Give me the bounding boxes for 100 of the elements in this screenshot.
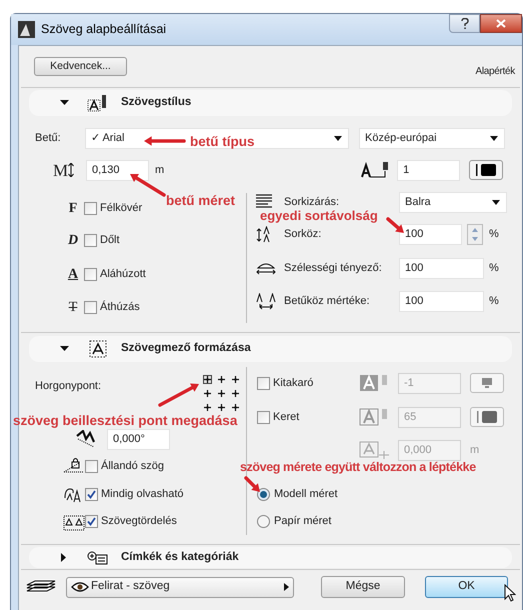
unit-label: m [470,442,480,458]
anchor-point[interactable] [231,375,240,384]
down-arrow-icon [472,237,478,242]
up-arrow-icon [472,228,478,232]
default-label: Alapérték [475,64,515,79]
cancel-button[interactable]: Mégse [321,576,405,598]
section-icon [87,340,109,358]
section-header[interactable]: Címkék és kategóriák [29,547,512,568]
line-sample-icon [476,164,496,176]
field-label: Betű: [35,130,62,146]
ok-button[interactable]: OK [425,576,508,598]
help-button[interactable] [449,14,480,33]
unit-label: m [155,162,164,178]
unit-label: % [489,227,499,242]
pen-input[interactable]: 1 [397,160,460,180]
anchor-point[interactable] [203,389,212,398]
letter-spacing-icon [256,292,276,310]
callout-arrow [144,136,186,146]
section-icon [87,548,109,566]
eye-icon [71,582,89,592]
checkbox[interactable] [85,488,98,501]
checkbox-label: Kitakaró [273,376,314,391]
dropdown-value: Balra [405,194,431,210]
value-input[interactable]: 100 [399,290,484,312]
offset-icon [359,441,391,459]
checkbox-label: Szövegtördelés [101,514,177,530]
double-arrow-icon [68,163,74,177]
size-input[interactable]: 0,130 [86,160,149,180]
anchor-point[interactable] [231,389,240,398]
justification-dropdown[interactable]: Balra [399,192,507,212]
caret-icon [492,200,500,204]
anchor-point[interactable] [203,403,212,412]
charset-dropdown[interactable]: Közép-európai [359,128,505,148]
anchor-point[interactable] [217,375,226,384]
value-input[interactable]: 100 [399,258,484,279]
layer-dropdown[interactable]: Felirat - szöveg [66,576,294,598]
checkbox-label: Félkövér [100,200,142,216]
callout-arrow [244,476,260,492]
checkbox[interactable] [84,234,97,247]
text-wrap-icon [63,512,85,530]
checkbox-label: Mindig olvasható [101,487,184,502]
right-caret-icon [284,583,289,591]
annotation-text: szöveg beillesztési pont megadása [13,412,238,430]
dropdown-value: Közép-európai [365,130,437,146]
favorites-button[interactable]: Kedvencek... [34,57,127,76]
checkbox[interactable] [84,268,97,281]
question-icon [460,18,468,30]
field-label: Sorköz: [284,227,322,242]
pattern-icon [477,411,497,423]
screen-button[interactable] [470,373,504,393]
section-header[interactable]: Szövegstílus [29,90,512,116]
field-label: Szélességi tényező: [284,261,383,276]
window-title: Szöveg alapbeállításai [41,21,166,38]
callout-arrow [386,217,404,233]
dropdown-value: ✓ Arial [91,130,124,146]
close-button[interactable] [480,14,522,33]
fill-pattern-button[interactable] [470,407,504,427]
value-input[interactable]: 100 [399,224,462,245]
dropdown-value: Felirat - szöveg [91,579,171,594]
caret-icon [490,136,498,140]
style-icon: T [62,296,84,318]
anchor-point[interactable] [217,403,226,412]
checkbox-label: Áthúzás [100,300,140,315]
radio-button[interactable] [257,515,270,528]
field-label: Betűköz mértéke: [284,294,371,309]
checkbox[interactable] [85,460,98,472]
annotation-text: betű méret [166,192,236,210]
anchor-point[interactable] [203,375,212,384]
checkbox-label: Állandó szög [101,458,164,474]
radio-label: Modell méret [274,487,338,502]
callout-arrow [130,174,166,197]
angle-icon [75,430,97,448]
annotation-text: egyedi sortávolság [260,207,378,225]
unit-label: % [489,294,499,309]
checkbox[interactable] [84,202,97,214]
section-title: Szövegmező formázása [121,341,251,356]
style-icon: A [62,264,84,285]
mouse-cursor-icon [504,584,516,602]
field-label: Sorkizárás: [284,194,340,210]
unit-label: % [489,261,499,276]
lock-angle-icon [63,457,85,475]
section-header[interactable]: Szövegmező formázása [29,336,512,362]
line-color-button[interactable] [469,160,504,180]
checkbox[interactable] [84,300,97,314]
radio-label: Papír méret [274,514,332,530]
checkbox[interactable] [85,515,98,528]
app-icon [18,21,35,38]
style-icon: F [62,198,84,218]
checkbox[interactable] [257,376,270,390]
checkbox[interactable] [257,410,270,424]
section-title: Címkék és kategóriák [121,550,239,565]
callout-arrow [158,384,199,407]
angle-input[interactable]: 0,000° [107,428,170,450]
caret-icon [334,136,342,140]
annotation-text: betű típus [190,133,254,151]
anchor-point[interactable] [231,403,240,412]
radio-button[interactable] [257,488,270,501]
close-icon [496,19,506,28]
style-icon: D [62,230,84,251]
anchor-point[interactable] [217,389,226,398]
